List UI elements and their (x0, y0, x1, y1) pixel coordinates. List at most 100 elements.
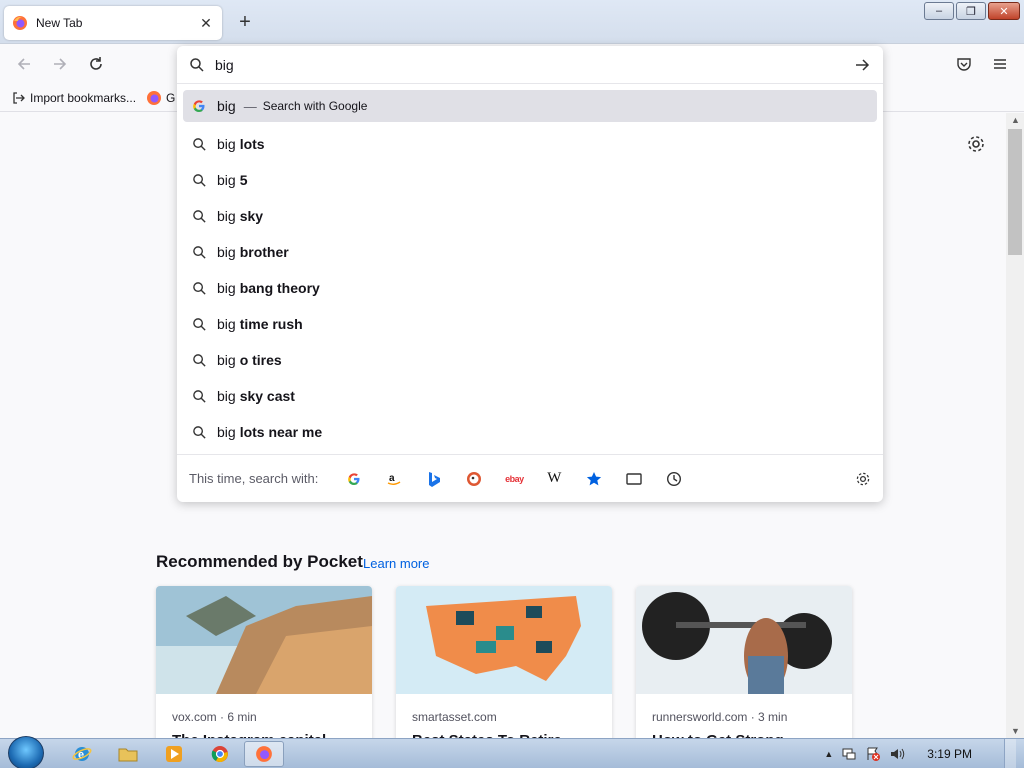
result-typed-text: big (217, 98, 236, 114)
taskbar: e ▲ 3:19 PM (0, 736, 1024, 768)
pocket-card[interactable]: runnersworld.com · 3 min How to Get Stro… (636, 586, 852, 746)
menu-button[interactable] (990, 54, 1010, 74)
card-source: runnersworld.com · 3 min (652, 710, 788, 724)
new-tab-button[interactable]: + (234, 12, 256, 34)
scroll-down-arrow-icon[interactable]: ▼ (1011, 726, 1020, 736)
pocket-card[interactable]: smartasset.com Best States To Retire... (396, 586, 612, 746)
search-icon (191, 172, 207, 188)
bing-engine-button[interactable] (414, 465, 454, 493)
window-controls: – ❐ ✕ (924, 2, 1020, 20)
ebay-engine-button[interactable]: ebay (494, 465, 534, 493)
chrome-icon (211, 746, 228, 762)
firefox-icon (256, 746, 272, 762)
suggestion-completion-text: o tires (239, 352, 282, 368)
taskbar-firefox[interactable] (244, 741, 284, 767)
network-icon[interactable] (841, 746, 857, 762)
folder-icon (118, 748, 138, 762)
urlbar-input[interactable] (215, 56, 853, 73)
search-suggestion-row[interactable]: big lots (183, 126, 877, 162)
bookmark-label: G (166, 90, 176, 105)
import-bookmarks-item[interactable]: Import bookmarks... (12, 91, 136, 105)
search-suggestion-row[interactable]: big o tires (183, 342, 877, 378)
maximize-button[interactable]: ❐ (956, 2, 986, 20)
suggestion-typed-text: big (217, 352, 236, 368)
suggestion-completion-text: sky (239, 208, 264, 224)
start-button[interactable] (8, 736, 44, 768)
tab-close-icon[interactable]: ✕ (198, 15, 214, 31)
suggestion-typed-text: big (217, 244, 236, 260)
bing-icon (429, 471, 441, 487)
firefox-icon (13, 16, 27, 30)
pocket-button[interactable] (954, 54, 974, 74)
result-row-google[interactable]: big — Search with Google (183, 90, 877, 122)
tab-new-tab[interactable]: New Tab ✕ (4, 6, 222, 40)
gear-icon (968, 136, 984, 152)
taskbar-ie[interactable]: e (62, 741, 102, 767)
tab-icon (626, 472, 643, 485)
learn-more-link[interactable]: Learn more (363, 556, 429, 571)
search-icon (191, 352, 207, 368)
bookmark-item[interactable]: G (146, 90, 175, 106)
amazon-icon: a (388, 473, 401, 485)
search-suggestion-row[interactable]: big bang theory (183, 270, 877, 306)
suggestion-typed-text: big (217, 136, 236, 152)
search-icon (191, 388, 207, 404)
duckduckgo-icon (467, 471, 482, 486)
personalize-button[interactable] (966, 134, 986, 157)
scroll-thumb[interactable] (1008, 129, 1022, 255)
ebay-icon: ebay (505, 473, 524, 484)
duckduckgo-engine-button[interactable] (454, 465, 494, 493)
suggestion-typed-text: big (217, 316, 236, 332)
firefox-icon (147, 90, 162, 105)
reload-icon (90, 57, 102, 70)
show-desktop-button[interactable] (1004, 739, 1016, 768)
taskbar-media-player[interactable] (154, 741, 194, 767)
card-source: vox.com · 6 min (172, 710, 257, 724)
action-center-icon[interactable] (865, 746, 881, 762)
scroll-up-arrow-icon[interactable]: ▲ (1011, 115, 1020, 125)
page-scrollbar[interactable]: ▲ ▼ (1006, 113, 1024, 738)
search-icon (191, 280, 207, 296)
pocket-card[interactable]: vox.com · 6 min The Instagram capital... (156, 586, 372, 746)
amazon-engine-button[interactable]: a (374, 465, 414, 493)
pocket-heading: Recommended by Pocket (156, 552, 363, 571)
reload-button[interactable] (86, 54, 106, 74)
go-arrow-icon[interactable] (853, 56, 871, 74)
suggestion-typed-text: big (217, 208, 236, 224)
result-separator: — (243, 98, 257, 114)
gear-icon (856, 472, 870, 486)
back-button[interactable] (14, 54, 34, 74)
search-icon (191, 424, 207, 440)
search-icon (191, 136, 207, 152)
search-suggestion-row[interactable]: big lots near me (183, 414, 877, 450)
search-settings-button[interactable] (855, 471, 871, 490)
search-suggestion-row[interactable]: big sky (183, 198, 877, 234)
taskbar-explorer[interactable] (108, 741, 148, 767)
suggestion-typed-text: big (217, 424, 236, 440)
history-engine-button[interactable] (654, 465, 694, 493)
suggestion-completion-text: lots near me (239, 424, 323, 440)
search-suggestion-row[interactable]: big brother (183, 234, 877, 270)
suggestion-typed-text: big (217, 388, 236, 404)
search-suggestion-row[interactable]: big sky cast (183, 378, 877, 414)
wikipedia-icon: W (547, 470, 562, 486)
star-icon (587, 471, 602, 485)
article-image (156, 586, 372, 694)
tabs-engine-button[interactable] (614, 465, 654, 493)
taskbar-clock[interactable]: 3:19 PM (927, 747, 972, 761)
google-engine-button[interactable] (334, 465, 374, 493)
taskbar-chrome[interactable] (200, 741, 240, 767)
bookmarks-engine-button[interactable] (574, 465, 614, 493)
close-window-button[interactable]: ✕ (988, 2, 1020, 20)
wikipedia-engine-button[interactable]: W (534, 465, 574, 493)
forward-button[interactable] (50, 54, 70, 74)
suggestion-typed-text: big (217, 172, 236, 188)
search-suggestion-row[interactable]: big 5 (183, 162, 877, 198)
google-icon (348, 472, 360, 485)
tray-expand-icon[interactable]: ▲ (824, 749, 833, 759)
minimize-button[interactable]: – (924, 2, 954, 20)
internet-explorer-icon: e (72, 747, 92, 761)
search-suggestion-row[interactable]: big time rush (183, 306, 877, 342)
volume-icon[interactable] (889, 746, 905, 762)
suggestion-completion-text: 5 (239, 172, 248, 188)
